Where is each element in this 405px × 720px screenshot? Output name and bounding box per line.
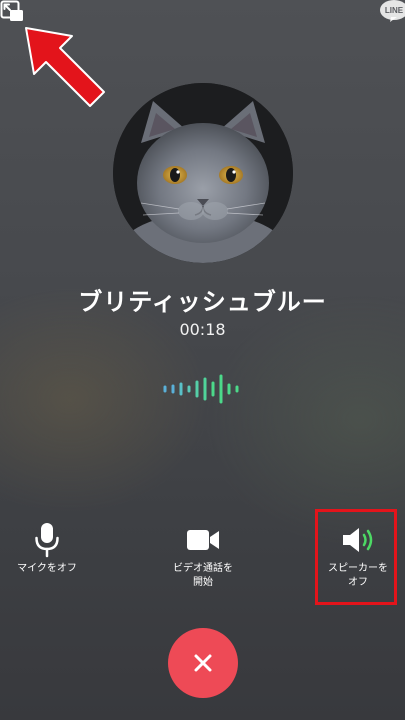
start-video-button[interactable]: ビデオ通話を 開始 (143, 520, 263, 590)
line-badge-text: LINE (385, 6, 404, 15)
video-label: ビデオ通話を 開始 (173, 563, 233, 588)
close-icon (194, 654, 212, 672)
minimize-button[interactable] (0, 0, 24, 22)
mute-label: マイクをオフ (17, 563, 77, 574)
mute-button[interactable]: マイクをオフ (0, 520, 107, 576)
microphone-icon (35, 523, 59, 558)
annotation-arrow (24, 26, 106, 108)
end-call-button[interactable] (168, 628, 238, 698)
call-timer: 00:18 (179, 320, 226, 339)
caller-avatar (113, 83, 293, 263)
video-camera-icon (187, 530, 219, 550)
audio-waveform (160, 374, 246, 404)
line-badge: LINE (377, 0, 405, 22)
annotation-highlight-box (315, 509, 397, 605)
minimize-window-icon (0, 0, 23, 21)
caller-name: ブリティッシュブルー (78, 288, 327, 316)
